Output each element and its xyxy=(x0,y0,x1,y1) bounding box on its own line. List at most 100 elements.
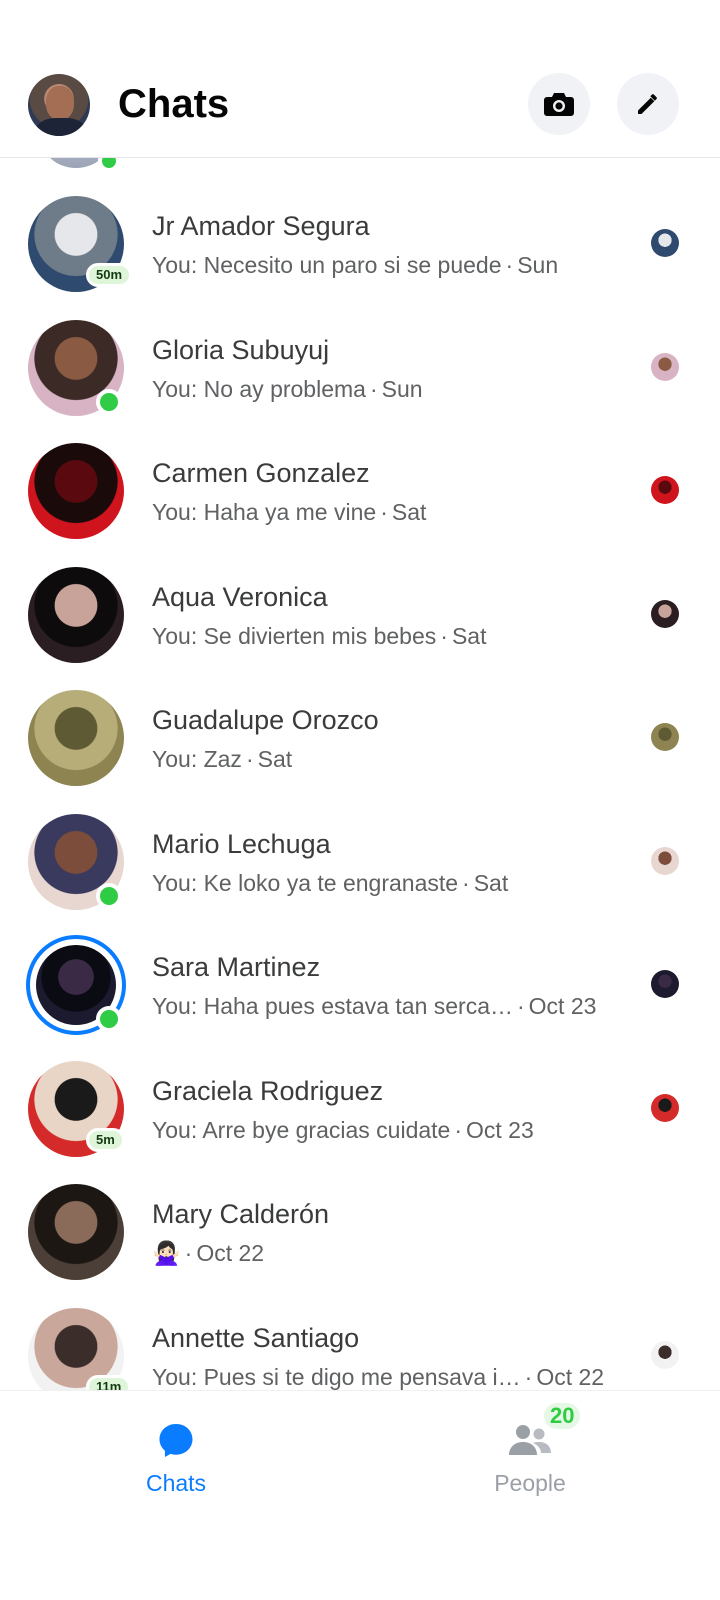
separator: · xyxy=(184,1240,193,1266)
seen-avatar xyxy=(651,1093,679,1122)
avatar-container xyxy=(0,899,150,1035)
separator: · xyxy=(462,869,470,896)
tab-people-label: People xyxy=(494,1470,566,1496)
separator: · xyxy=(440,622,448,649)
message-preview: You: Haha ya me vine · Sat xyxy=(152,499,426,526)
contact-name: Jr Amador Segura xyxy=(152,211,370,241)
separator: · xyxy=(369,375,378,402)
contact-name: Mary Calderón xyxy=(152,1199,330,1229)
avatar-container: 5m xyxy=(0,1023,150,1157)
camera-icon xyxy=(544,93,574,116)
seen-avatar xyxy=(651,970,679,998)
message-preview: You: Pues si te digo me pensava i… · Oct 2… xyxy=(152,1364,604,1391)
chat-list[interactable]: 50m Jr Amador Segura You: Necesito un paro… xyxy=(0,158,720,1390)
contact-avatar[interactable] xyxy=(28,690,124,786)
message-time: Sat xyxy=(391,499,427,525)
seen-avatar xyxy=(651,723,679,751)
seen-avatar xyxy=(651,846,679,875)
message-preview: You: Zaz · Sat xyxy=(152,746,292,773)
avatar-container xyxy=(0,652,150,786)
seen-avatar xyxy=(651,229,679,257)
contact-name: Aqua Veronica xyxy=(152,581,328,612)
last-message: You: Zaz xyxy=(152,746,242,772)
pencil-icon xyxy=(638,94,657,114)
last-message: You: No ay problema xyxy=(152,375,366,402)
last-message: You: Necesito un paro si se puede xyxy=(152,252,502,278)
last-message: You: Pues si te digo me pensava i… xyxy=(152,1363,521,1390)
contact-name: Mario Lechuga xyxy=(152,828,331,859)
people-count-badge: 20 xyxy=(544,1403,581,1429)
chat-row[interactable]: Gloria Subuyuj You: No ay problema · Sun xyxy=(0,282,720,416)
separator: · xyxy=(245,746,254,772)
contact-name: Graciela Rodriguez xyxy=(152,1075,384,1106)
last-message: You: Haha pues estava tan serca… xyxy=(152,993,513,1019)
avatar-face xyxy=(46,86,74,120)
contact-name: Sara Martinez xyxy=(152,952,321,982)
message-time: Sun xyxy=(517,252,559,278)
people-icon xyxy=(509,1425,551,1455)
contact-avatar[interactable] xyxy=(28,1184,124,1280)
chat-row[interactable]: 11m Annette Santiago You: Pues si te digo … xyxy=(0,1270,720,1391)
message-preview: You: Necesito un paro si se puede · Sun xyxy=(152,252,558,279)
contact-name: Gloria Subuyuj xyxy=(152,334,330,365)
message-time: Sat xyxy=(473,869,509,896)
avatar-container xyxy=(0,529,150,663)
separator: · xyxy=(517,993,525,1019)
chat-bubble-icon xyxy=(159,1424,193,1457)
new-message-button[interactable] xyxy=(617,73,679,135)
seen-avatar xyxy=(651,599,679,628)
last-message: You: Ke loko ya te engranaste xyxy=(152,869,459,896)
avatar-container xyxy=(0,405,150,539)
message-time: Sat xyxy=(451,622,487,649)
message-time: Oct 22 xyxy=(196,1240,265,1266)
contact-name: Guadalupe Orozco xyxy=(152,705,379,735)
tab-people[interactable]: 20 People xyxy=(430,1403,630,1497)
seen-avatar xyxy=(651,476,679,504)
separator: · xyxy=(454,1116,463,1143)
seen-avatar xyxy=(651,1340,679,1369)
chat-row[interactable]: 50m Jr Amador Segura You: Necesito un paro… xyxy=(0,158,720,292)
avatar-container: 11m xyxy=(0,1270,150,1390)
page-title: Chats xyxy=(118,82,230,126)
chat-row[interactable]: Mary Calderón 🙅🏻‍♀️ · Oct 22 xyxy=(0,1146,720,1280)
contact-avatar[interactable] xyxy=(28,443,124,539)
seen-avatar xyxy=(651,352,679,381)
contact-name: Annette Santiago xyxy=(152,1322,360,1353)
chat-row[interactable]: Aqua Veronica You: Se divierten mis bebes… xyxy=(0,529,720,663)
message-preview: You: Ke loko ya te engranaste · Sat xyxy=(152,870,508,897)
message-preview: You: Haha pues estava tan serca… · Oct 23 xyxy=(152,993,596,1020)
chat-row[interactable]: Mario Lechuga You: Ke loko ya te engranas… xyxy=(0,776,720,910)
message-time: Oct 23 xyxy=(528,993,597,1019)
tab-chats-label: Chats xyxy=(145,1470,207,1496)
message-time: Oct 23 xyxy=(466,1116,534,1143)
chat-row[interactable]: Guadalupe Orozco You: Zaz · Sat xyxy=(0,652,720,786)
chat-row[interactable]: 5m Graciela Rodriguez You: Arre bye gracia… xyxy=(0,1023,720,1157)
avatar-container xyxy=(0,282,150,416)
message-preview: You: Arre bye gracias cuidate · Oct 23 xyxy=(152,1117,534,1144)
last-message: You: Arre bye gracias cuidate xyxy=(152,1116,451,1143)
active-time-badge: 11m xyxy=(86,1374,132,1390)
message-preview: You: Se divierten mis bebes · Sat xyxy=(152,623,486,650)
contact-name: Carmen Gonzalez xyxy=(152,458,370,488)
separator: · xyxy=(505,252,514,278)
avatar-shirt xyxy=(36,118,86,136)
app-header: Chats xyxy=(0,0,720,158)
tab-chats[interactable]: Chats xyxy=(76,1421,276,1497)
avatar-container xyxy=(0,776,150,910)
separator: · xyxy=(380,499,388,525)
chat-row[interactable]: Carmen Gonzalez You: Haha ya me vine · Sat xyxy=(0,405,720,539)
last-message: You: Se divierten mis bebes xyxy=(152,622,437,649)
profile-avatar[interactable] xyxy=(28,74,90,136)
message-time: Sat xyxy=(257,746,293,772)
camera-button[interactable] xyxy=(528,73,590,135)
message-preview: You: No ay problema · Sun xyxy=(152,376,423,403)
chat-row[interactable]: Sara Martinez You: Haha pues estava tan s… xyxy=(0,899,720,1035)
last-message: You: Haha ya me vine xyxy=(152,499,377,525)
message-time: Sun xyxy=(381,375,423,402)
last-message: 🙅🏻‍♀️ xyxy=(152,1240,181,1266)
message-preview: 🙅🏻‍♀️ · Oct 22 xyxy=(152,1240,264,1267)
separator: · xyxy=(524,1363,533,1390)
bottom-nav: Chats 20 People xyxy=(0,1390,720,1600)
message-time: Oct 22 xyxy=(536,1363,605,1390)
contact-avatar[interactable] xyxy=(28,566,124,663)
